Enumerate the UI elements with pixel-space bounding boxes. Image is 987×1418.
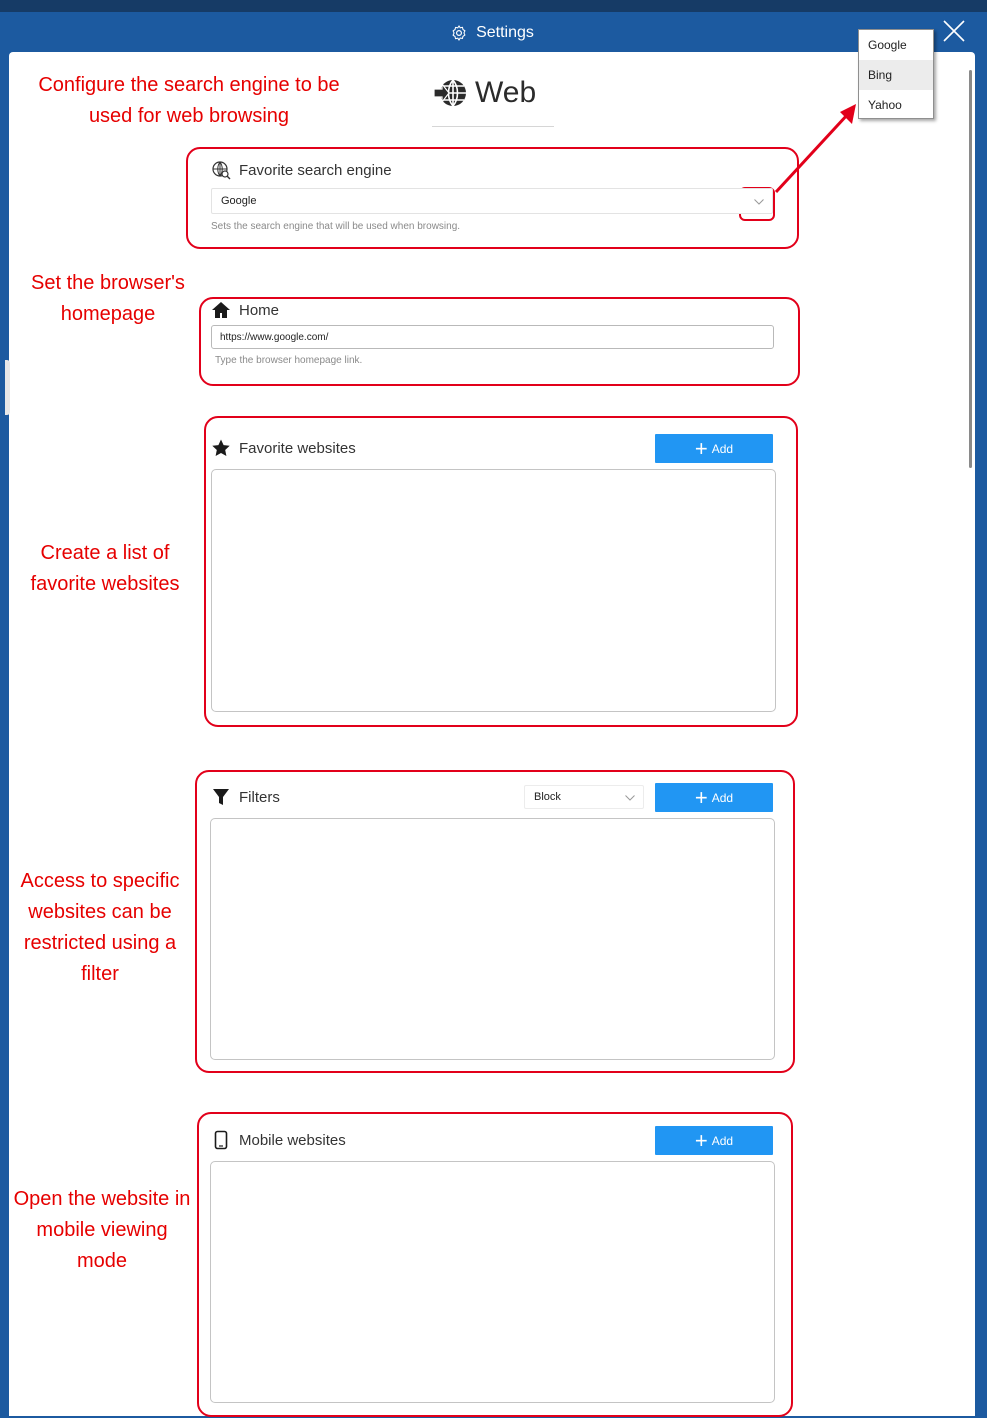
filters-add-button[interactable]: + Add <box>655 783 773 812</box>
annotation-filters: Access to specific websites can be restr… <box>20 870 180 985</box>
plus-icon: + <box>694 784 708 810</box>
favorites-label: Favorite websites <box>211 438 356 458</box>
plus-icon: + <box>694 1127 708 1153</box>
home-url-input[interactable]: https://www.google.com/ <box>211 325 774 349</box>
filters-label-text: Filters <box>239 788 280 806</box>
page-title: Web <box>475 76 537 109</box>
favorites-add-label: Add <box>711 441 734 456</box>
mobile-label: Mobile websites <box>211 1130 346 1150</box>
globe-download-icon <box>433 79 466 107</box>
mobile-list[interactable] <box>210 1161 775 1403</box>
chevron-down-icon[interactable] <box>754 199 764 205</box>
chevron-down-icon[interactable] <box>625 795 635 801</box>
title-bar: Settings <box>9 14 975 52</box>
gear-icon <box>452 25 466 41</box>
mobile-add-label: Add <box>711 1133 734 1148</box>
search-engine-select[interactable]: Google <box>211 188 773 214</box>
search-engine-selected: Google <box>221 195 257 207</box>
window-title: Settings <box>476 24 534 41</box>
favorites-list[interactable] <box>211 469 776 712</box>
search-engine-label-text: Favorite search engine <box>239 161 392 179</box>
option-bing[interactable]: Bing <box>859 60 933 90</box>
filters-label: Filters <box>211 787 280 807</box>
filters-mode-value: Block <box>534 791 561 803</box>
plus-icon: + <box>694 435 708 461</box>
search-engine-dropdown: Google Bing Yahoo <box>858 29 934 119</box>
page-heading: Web <box>433 68 536 118</box>
search-engine-hint: Sets the search engine that will be used… <box>211 221 461 232</box>
favorites-label-text: Favorite websites <box>239 439 356 457</box>
filters-mode-select[interactable]: Block <box>524 785 644 809</box>
funnel-icon <box>211 787 231 807</box>
home-label: Home <box>211 300 279 320</box>
filters-add-label: Add <box>711 790 734 805</box>
side-handle[interactable] <box>5 360 10 415</box>
home-url-value: https://www.google.com/ <box>220 331 329 343</box>
mobile-label-text: Mobile websites <box>239 1131 346 1149</box>
heading-divider <box>432 126 554 127</box>
phone-icon <box>211 1130 231 1150</box>
close-icon[interactable] <box>941 18 967 44</box>
top-strip <box>0 0 987 12</box>
mobile-add-button[interactable]: + Add <box>655 1126 773 1155</box>
search-engine-label: Favorite search engine <box>211 160 392 180</box>
annotation-favorites: Create a list of favorite websites <box>30 542 180 595</box>
home-label-text: Home <box>239 301 280 319</box>
annotation-search-engine: Configure the search engine to be used f… <box>38 74 340 127</box>
home-icon <box>211 300 231 320</box>
annotation-mobile: Open the website in mobile viewing mode <box>13 1188 191 1272</box>
annotation-arrow <box>774 104 856 194</box>
option-google[interactable]: Google <box>859 30 933 60</box>
star-icon <box>211 438 231 458</box>
home-hint: Type the browser homepage link. <box>215 355 363 366</box>
filters-list[interactable] <box>210 818 775 1060</box>
globe-search-icon <box>211 160 231 180</box>
scrollbar[interactable] <box>969 70 972 468</box>
option-yahoo[interactable]: Yahoo <box>859 90 933 120</box>
annotation-homepage: Set the browser's homepage <box>31 272 185 325</box>
favorites-add-button[interactable]: + Add <box>655 434 773 463</box>
